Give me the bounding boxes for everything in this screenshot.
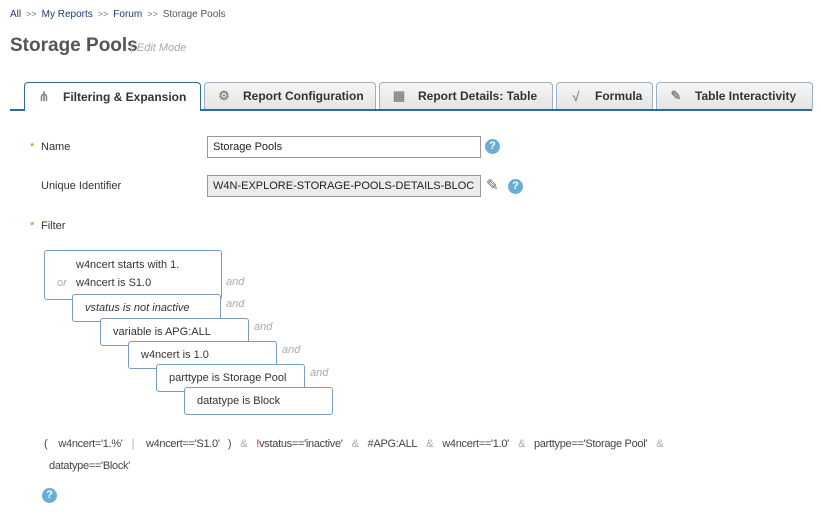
- hierarchy-icon: ⋔: [38, 89, 50, 104]
- page-title: Storage Pools: [10, 35, 138, 56]
- filter-condition: w4ncert is S1.0: [76, 277, 152, 289]
- filter-label: Filter: [41, 220, 66, 232]
- pencil-icon[interactable]: ✎: [486, 176, 499, 194]
- required-mark: *: [30, 141, 35, 153]
- or-label: or: [57, 277, 67, 289]
- tab-report-details-table[interactable]: ▦ Report Details: Table: [379, 82, 553, 109]
- filter-expression: ( w4ncert='1.%' | w4ncert=='S1.0' ) & !vsta…: [44, 438, 664, 450]
- breadcrumb-current: Storage Pools: [162, 9, 226, 20]
- breadcrumb: All >> My Reports >> Forum >> Storage Pools: [10, 9, 226, 20]
- help-icon[interactable]: ?: [508, 179, 523, 194]
- breadcrumb-my-reports[interactable]: My Reports: [42, 9, 93, 20]
- and-label: and: [226, 276, 245, 288]
- required-mark: *: [30, 220, 35, 232]
- table-edit-icon: ▦: [392, 88, 406, 103]
- filter-expression-continued: datatype=='Block': [49, 460, 131, 472]
- breadcrumb-all[interactable]: All: [10, 9, 21, 20]
- and-label: and: [226, 298, 245, 310]
- help-icon[interactable]: ?: [485, 139, 500, 154]
- name-label: Name: [41, 141, 71, 153]
- clipboard-edit-icon: ✎: [670, 88, 682, 103]
- filter-or-group[interactable]: w4ncert starts with 1. or w4ncert is S1.…: [44, 250, 222, 300]
- tab-formula[interactable]: √ Formula: [556, 82, 653, 109]
- unique-identifier-input[interactable]: [207, 175, 481, 197]
- unique-identifier-label: Unique Identifier: [41, 180, 122, 192]
- filter-rule[interactable]: datatype is Block: [184, 387, 333, 415]
- name-input[interactable]: [207, 136, 481, 158]
- and-label: and: [254, 321, 273, 333]
- breadcrumb-forum[interactable]: Forum: [113, 9, 142, 20]
- and-label: and: [282, 344, 301, 356]
- tab-table-interactivity[interactable]: ✎ Table Interactivity: [656, 82, 813, 109]
- help-icon[interactable]: ?: [42, 488, 57, 503]
- tab-report-configuration[interactable]: ⚙ Report Configuration: [204, 82, 376, 109]
- and-label: and: [310, 367, 329, 379]
- tab-filtering-expansion[interactable]: ⋔ Filtering & Expansion: [24, 82, 201, 111]
- config-icon: ⚙: [218, 88, 230, 103]
- filter-condition: w4ncert starts with 1.: [76, 259, 180, 271]
- edit-mode-label: | Edit Mode: [130, 42, 187, 54]
- formula-icon: √: [572, 88, 580, 104]
